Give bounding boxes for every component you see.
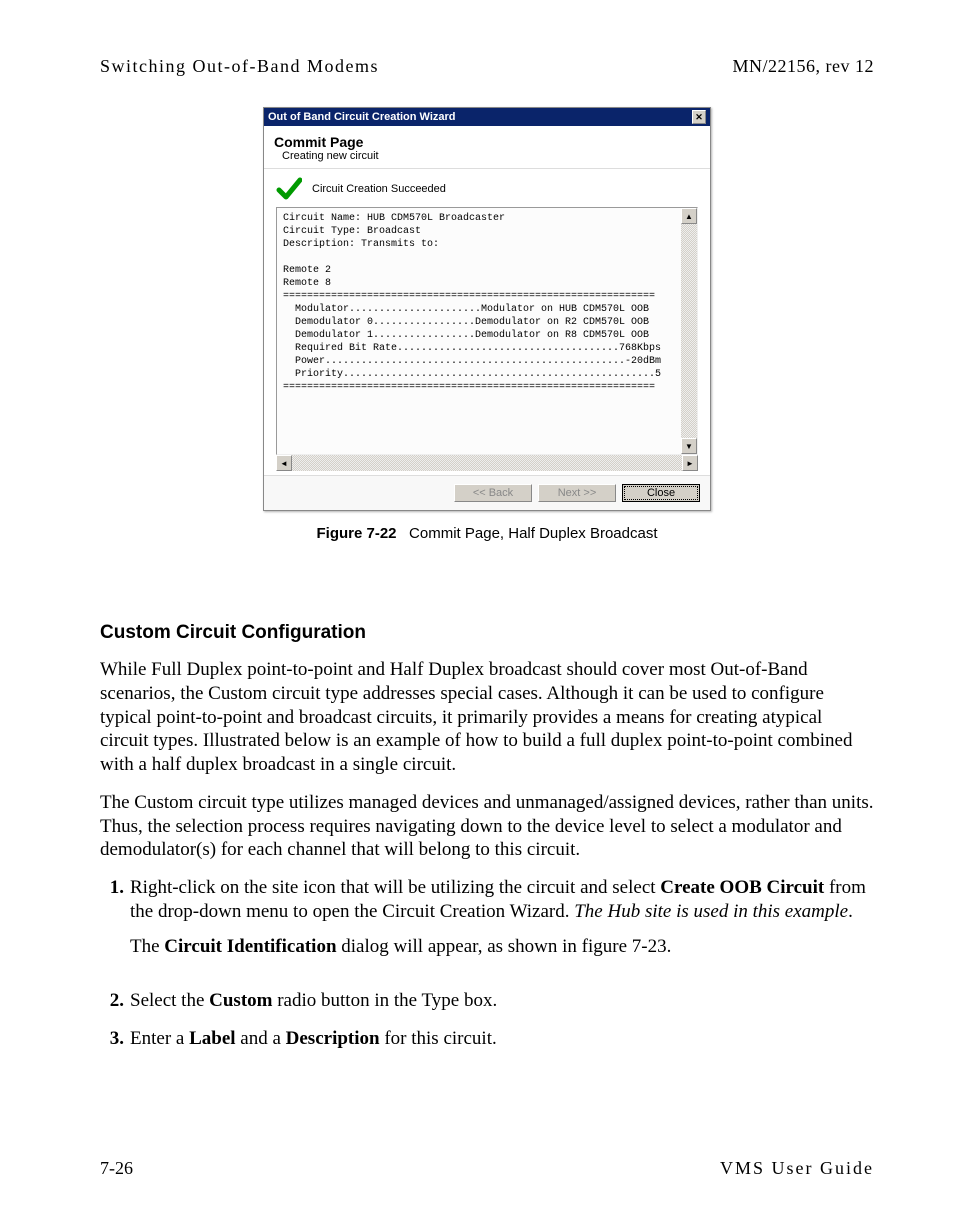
info-textarea: Circuit Name: HUB CDM570L Broadcaster Ci… [276,207,698,455]
figure-label: Figure 7-22 [317,525,397,542]
close-button[interactable]: Close [622,484,700,502]
horizontal-scrollbar[interactable]: ◄ ► [276,455,698,471]
page-number: 7-26 [100,1158,133,1179]
para-2: The Custom circuit type utilizes managed… [100,791,874,862]
step-3: 3. Enter a Label and a Description for t… [100,1027,874,1051]
scroll-left-icon[interactable]: ◄ [276,455,292,471]
figure-caption-text: Commit Page, Half Duplex Broadcast [409,525,657,542]
step-1: 1. Right-click on the site icon that wil… [100,876,874,975]
scroll-down-icon[interactable]: ▼ [681,438,697,454]
header-left: Switching Out-of-Band Modems [100,56,379,77]
step-2: 2. Select the Custom radio button in the… [100,989,874,1013]
checkmark-icon [276,177,302,201]
wizard-titlebar-text: Out of Band Circuit Creation Wizard [268,111,456,123]
wizard-titlebar: Out of Band Circuit Creation Wizard ✕ [264,108,710,126]
para-1: While Full Duplex point-to-point and Hal… [100,658,874,777]
vertical-scrollbar[interactable]: ▲ ▼ [681,208,697,454]
wizard-page-title: Commit Page [274,134,700,150]
scroll-up-icon[interactable]: ▲ [681,208,697,224]
header-right: MN/22156, rev 12 [733,56,875,77]
back-button: << Back [454,484,532,502]
figure-caption: Figure 7-22 Commit Page, Half Duplex Bro… [100,525,874,542]
status-text: Circuit Creation Succeeded [312,183,446,195]
wizard-page-subtitle: Creating new circuit [282,150,700,162]
next-button: Next >> [538,484,616,502]
footer-right: VMS User Guide [720,1158,874,1179]
page-footer: 7-26 VMS User Guide [100,1158,874,1179]
section-title: Custom Circuit Configuration [100,622,874,644]
scroll-right-icon[interactable]: ► [682,455,698,471]
page-header: Switching Out-of-Band Modems MN/22156, r… [100,56,874,77]
info-text: Circuit Name: HUB CDM570L Broadcaster Ci… [277,208,697,398]
close-icon[interactable]: ✕ [692,110,706,124]
wizard-window: Out of Band Circuit Creation Wizard ✕ Co… [263,107,711,511]
